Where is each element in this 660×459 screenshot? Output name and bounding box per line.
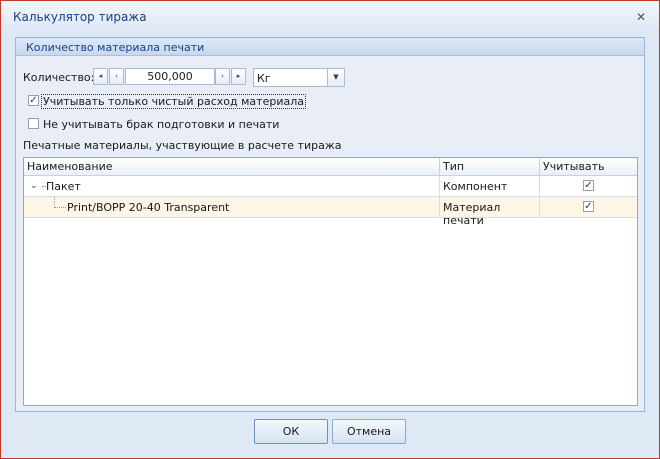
column-header-include-label: Учитывать	[543, 160, 605, 173]
first-value-button[interactable]: ◂	[93, 68, 108, 85]
cancel-button[interactable]: Отмена	[332, 419, 406, 444]
chevron-down-icon[interactable]: ▼	[327, 69, 344, 86]
include-cell: ✓	[540, 197, 637, 218]
quantity-input[interactable]: 500,000	[125, 68, 215, 85]
unit-value: Кг	[257, 72, 271, 85]
ignore-waste-label[interactable]: Не учитывать брак подготовки и печати	[43, 118, 279, 131]
ignore-waste-checkbox[interactable]	[28, 118, 39, 129]
name-cell: Print/BOPP 20-40 Transparent	[24, 197, 440, 218]
include-cell: ✓	[540, 176, 637, 197]
table-row[interactable]: Print/BOPP 20-40 Transparent Материал пе…	[24, 197, 637, 227]
row-name: Пакет	[46, 180, 81, 193]
column-header-type-label: Тип	[443, 160, 465, 173]
materials-grid: Наименование Тип Учитывать ⌄ Пакет Компо…	[23, 157, 638, 406]
include-checkbox[interactable]: ✓	[583, 201, 594, 212]
group-caption: Количество материала печати	[26, 41, 205, 54]
chevron-down-icon[interactable]: ⌄	[30, 181, 38, 191]
net-consumption-text: Учитывать только чистый расход материала	[41, 94, 306, 109]
type-cell: Компонент	[440, 176, 540, 197]
row-type: Компонент	[443, 180, 508, 193]
table-row[interactable]: ⌄ Пакет Компонент ✓	[24, 176, 637, 197]
window-title: Калькулятор тиража	[13, 10, 147, 24]
material-quantity-group: Количество материала печати Количество: …	[15, 37, 645, 412]
type-cell: Материал печати	[440, 197, 540, 227]
include-checkbox[interactable]: ✓	[583, 180, 594, 191]
decrement-button[interactable]: ‹	[109, 68, 124, 85]
last-value-button[interactable]: ▸	[231, 68, 246, 85]
net-consumption-label[interactable]: Учитывать только чистый расход материала	[41, 94, 306, 109]
column-header-type[interactable]: Тип	[440, 158, 540, 176]
title-bar[interactable]: Калькулятор тиража ✕	[1, 1, 659, 31]
group-header: Количество материала печати	[16, 38, 644, 56]
unit-select[interactable]: Кг ▼	[253, 68, 345, 87]
tree-line	[54, 207, 66, 208]
column-header-include[interactable]: Учитывать	[540, 158, 637, 176]
increment-button[interactable]: ›	[215, 68, 230, 85]
ok-button[interactable]: ОК	[254, 419, 328, 444]
column-header-name[interactable]: Наименование	[24, 158, 440, 176]
quantity-label: Количество:	[23, 71, 95, 84]
calculator-dialog: Калькулятор тиража ✕ Количество материал…	[0, 0, 660, 459]
row-name: Print/BOPP 20-40 Transparent	[67, 201, 230, 214]
grid-caption: Печатные материалы, участвующие в расчет…	[23, 139, 342, 152]
net-consumption-checkbox[interactable]: ✓	[28, 95, 39, 106]
close-icon[interactable]: ✕	[635, 11, 647, 23]
name-cell: ⌄ Пакет	[24, 176, 440, 197]
column-header-name-label: Наименование	[27, 160, 113, 173]
row-type: Материал печати	[443, 201, 501, 227]
